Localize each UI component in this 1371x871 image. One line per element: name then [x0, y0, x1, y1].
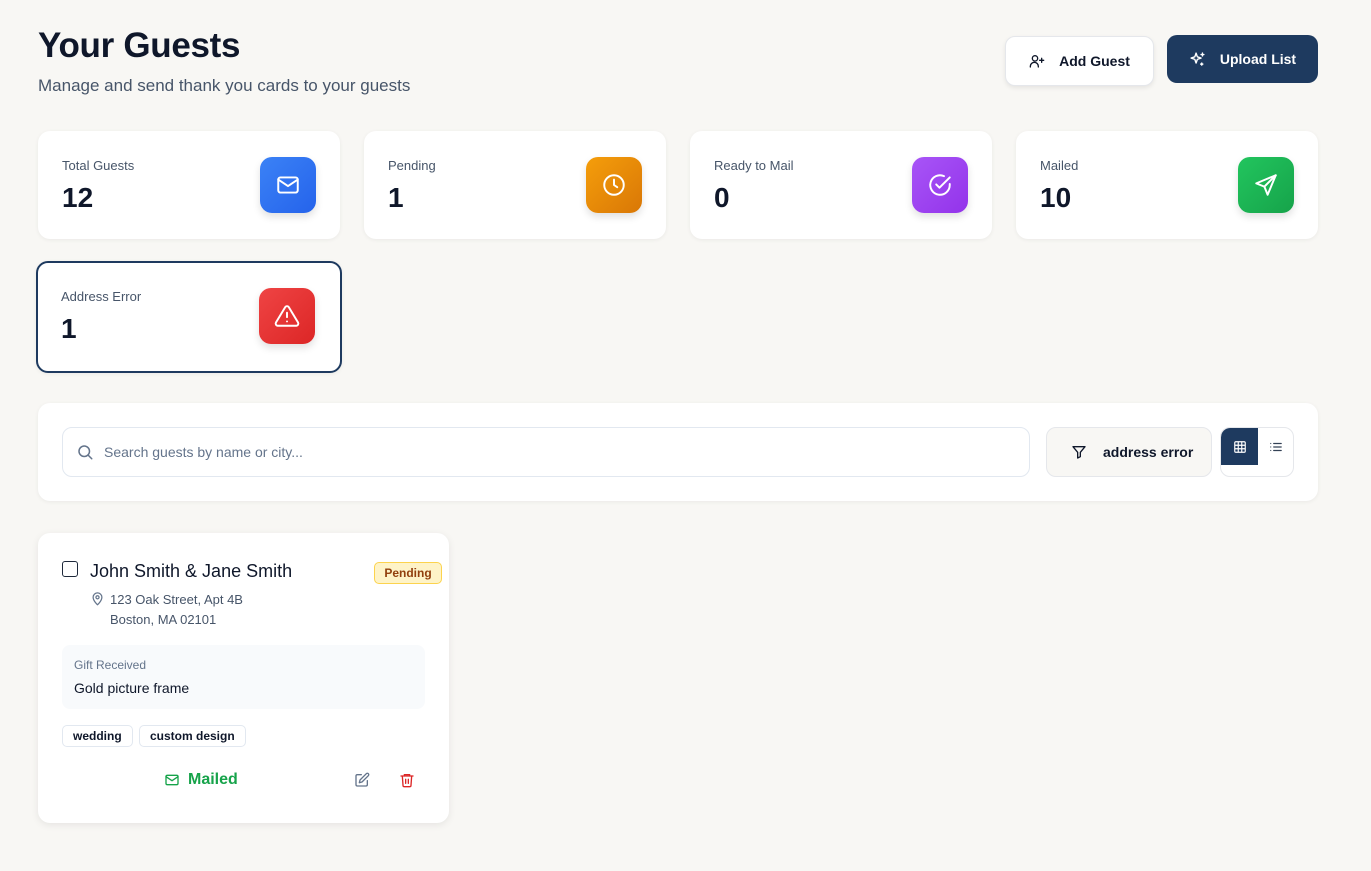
tag-custom-design: custom design: [139, 725, 246, 747]
send-icon: [1238, 157, 1294, 213]
stat-label: Ready to Mail: [714, 158, 794, 173]
filter-label: address error: [1103, 444, 1194, 460]
guest-card: John Smith & Jane Smith Pending 123 Oak …: [38, 533, 449, 823]
stat-card-pending[interactable]: Pending 1: [364, 131, 666, 239]
grid-view-button[interactable]: [1221, 428, 1258, 465]
status-badge: Pending: [374, 562, 442, 584]
map-pin-icon: [90, 591, 105, 611]
trash-icon[interactable]: [399, 772, 415, 788]
stat-card-address-error[interactable]: Address Error 1: [36, 261, 342, 373]
stat-card-mailed[interactable]: Mailed 10: [1016, 131, 1318, 239]
gift-value: Gold picture frame: [74, 680, 190, 696]
stat-value: 12: [62, 182, 94, 213]
filter-toolbar: address error: [38, 403, 1318, 501]
stat-label: Total Guests: [62, 158, 135, 173]
upload-list-label: Upload List: [1219, 51, 1297, 67]
add-guest-button[interactable]: Add Guest: [1005, 36, 1154, 86]
gift-box: Gift Received Gold picture frame: [62, 645, 425, 709]
search-box[interactable]: [62, 427, 1030, 477]
page-subtitle: Manage and send thank you cards to your …: [38, 76, 411, 95]
add-guest-label: Add Guest: [1059, 53, 1130, 69]
mail-status-label: Mailed: [188, 771, 238, 788]
stat-value: 1: [388, 182, 404, 213]
view-toggle: [1220, 427, 1294, 477]
guest-select-checkbox[interactable]: [62, 561, 78, 577]
mail-icon: [164, 772, 180, 788]
list-view-button[interactable]: [1258, 428, 1293, 465]
address-line-1: 123 Oak Street, Apt 4B: [110, 592, 243, 607]
stat-value: 10: [1040, 182, 1072, 213]
mail-icon: [260, 157, 316, 213]
stat-card-total-guests[interactable]: Total Guests 12: [38, 131, 340, 239]
filter-icon: [1071, 444, 1087, 460]
tag-wedding: wedding: [62, 725, 133, 747]
search-icon: [76, 443, 94, 461]
stat-label: Mailed: [1040, 158, 1079, 173]
page-title: Your Guests: [38, 26, 241, 65]
stat-value: 0: [714, 182, 730, 213]
grid-icon: [1233, 440, 1247, 454]
list-icon: [1269, 440, 1283, 454]
guest-name: John Smith & Jane Smith: [90, 561, 293, 581]
stat-label: Pending: [388, 158, 436, 173]
gift-label: Gift Received: [74, 658, 147, 672]
address-line-2: Boston, MA 02101: [110, 612, 217, 627]
mail-status: Mailed: [164, 771, 238, 789]
check-circle-icon: [912, 157, 968, 213]
user-plus-icon: [1029, 53, 1045, 69]
upload-list-button[interactable]: Upload List: [1167, 35, 1318, 83]
sparkles-icon: [1189, 51, 1206, 68]
status-filter-select[interactable]: address error: [1046, 427, 1212, 477]
stat-card-ready-to-mail[interactable]: Ready to Mail 0: [690, 131, 992, 239]
stat-value: 1: [61, 313, 77, 344]
stat-label: Address Error: [61, 289, 142, 304]
edit-icon[interactable]: [354, 772, 370, 788]
alert-triangle-icon: [259, 288, 315, 344]
clock-icon: [586, 157, 642, 213]
search-input[interactable]: [104, 444, 1029, 460]
